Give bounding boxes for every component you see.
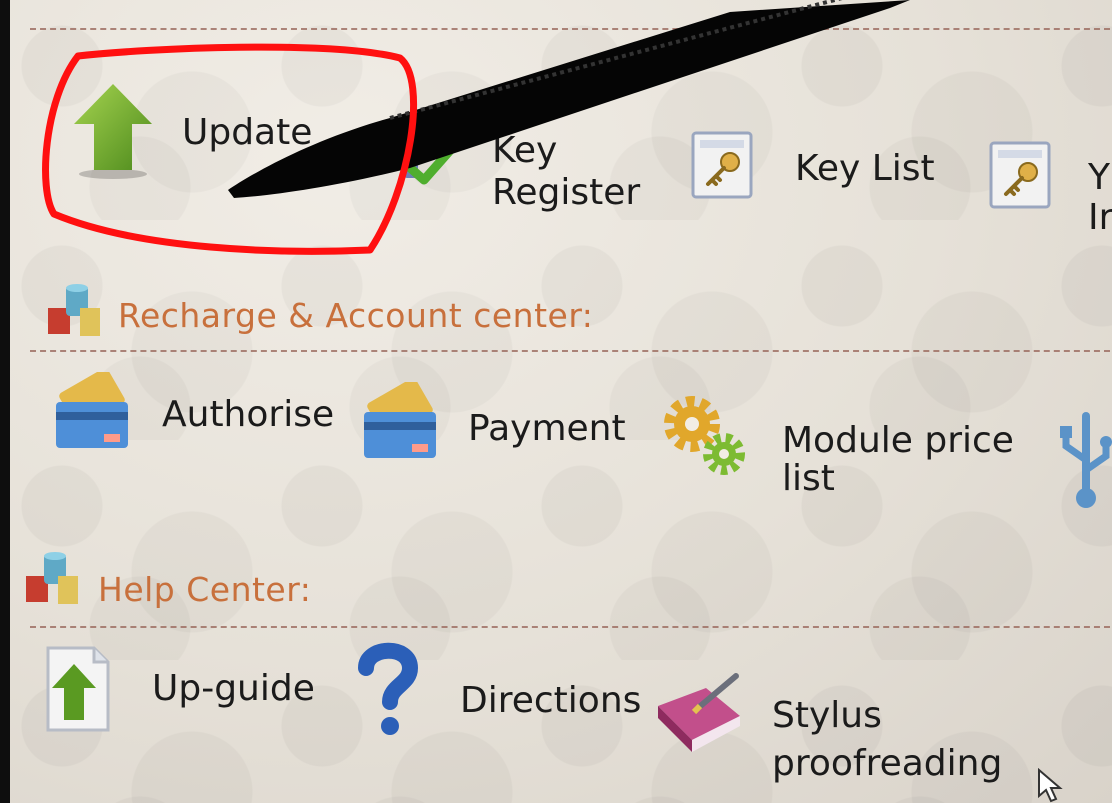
question-mark-icon <box>358 642 419 735</box>
gears-icon <box>664 396 745 475</box>
directions-label: Directions <box>460 680 642 721</box>
credit-card-icon <box>56 372 128 448</box>
document-arrow-icon <box>46 646 110 732</box>
update-button[interactable]: Update <box>60 80 360 190</box>
help-divider <box>30 626 1110 628</box>
book-pen-icon <box>658 673 740 752</box>
up-arrow-icon <box>74 84 152 179</box>
authorise-label: Authorise <box>162 394 335 435</box>
update-label: Update <box>182 112 313 153</box>
recharge-divider <box>30 350 1110 352</box>
top-divider <box>30 28 1110 30</box>
module-price-list-button[interactable]: Module price list <box>658 390 1018 510</box>
credit-card-icon <box>364 382 436 458</box>
authorise-button[interactable]: Authorise <box>50 372 350 482</box>
database-icon <box>26 552 78 604</box>
help-section-title: Help Center: <box>98 570 312 609</box>
partial-right-button[interactable]: Y Ir <box>988 140 1112 238</box>
partial-right-label: Y Ir <box>1088 157 1112 238</box>
key-register-button[interactable]: Key Register <box>400 130 650 220</box>
stylus-proofreading-label: Stylus proofreading <box>772 695 1003 784</box>
key-document-icon <box>691 131 753 199</box>
module-price-list-label: Module price list <box>782 420 1014 499</box>
cursor-icon <box>1038 768 1063 803</box>
up-guide-label: Up-guide <box>152 668 315 709</box>
key-register-label: Key Register <box>492 130 641 213</box>
key-list-button[interactable]: Key List <box>690 130 950 220</box>
database-icon <box>48 284 100 336</box>
app-window: Update Key Register Key List Y Ir Rechar… <box>10 0 1112 803</box>
recharge-section-title: Recharge & Account center: <box>118 296 594 335</box>
payment-label: Payment <box>468 408 626 449</box>
checkmark-icon <box>403 141 459 185</box>
up-guide-button[interactable]: Up-guide <box>38 640 338 750</box>
payment-button[interactable]: Payment <box>358 382 648 482</box>
key-document-icon <box>989 141 1051 209</box>
key-list-label: Key List <box>795 148 935 189</box>
directions-button[interactable]: Directions <box>352 638 652 748</box>
usb-icon[interactable] <box>1056 410 1112 510</box>
stylus-proofreading-button[interactable]: Stylus proofreading <box>652 670 1032 798</box>
